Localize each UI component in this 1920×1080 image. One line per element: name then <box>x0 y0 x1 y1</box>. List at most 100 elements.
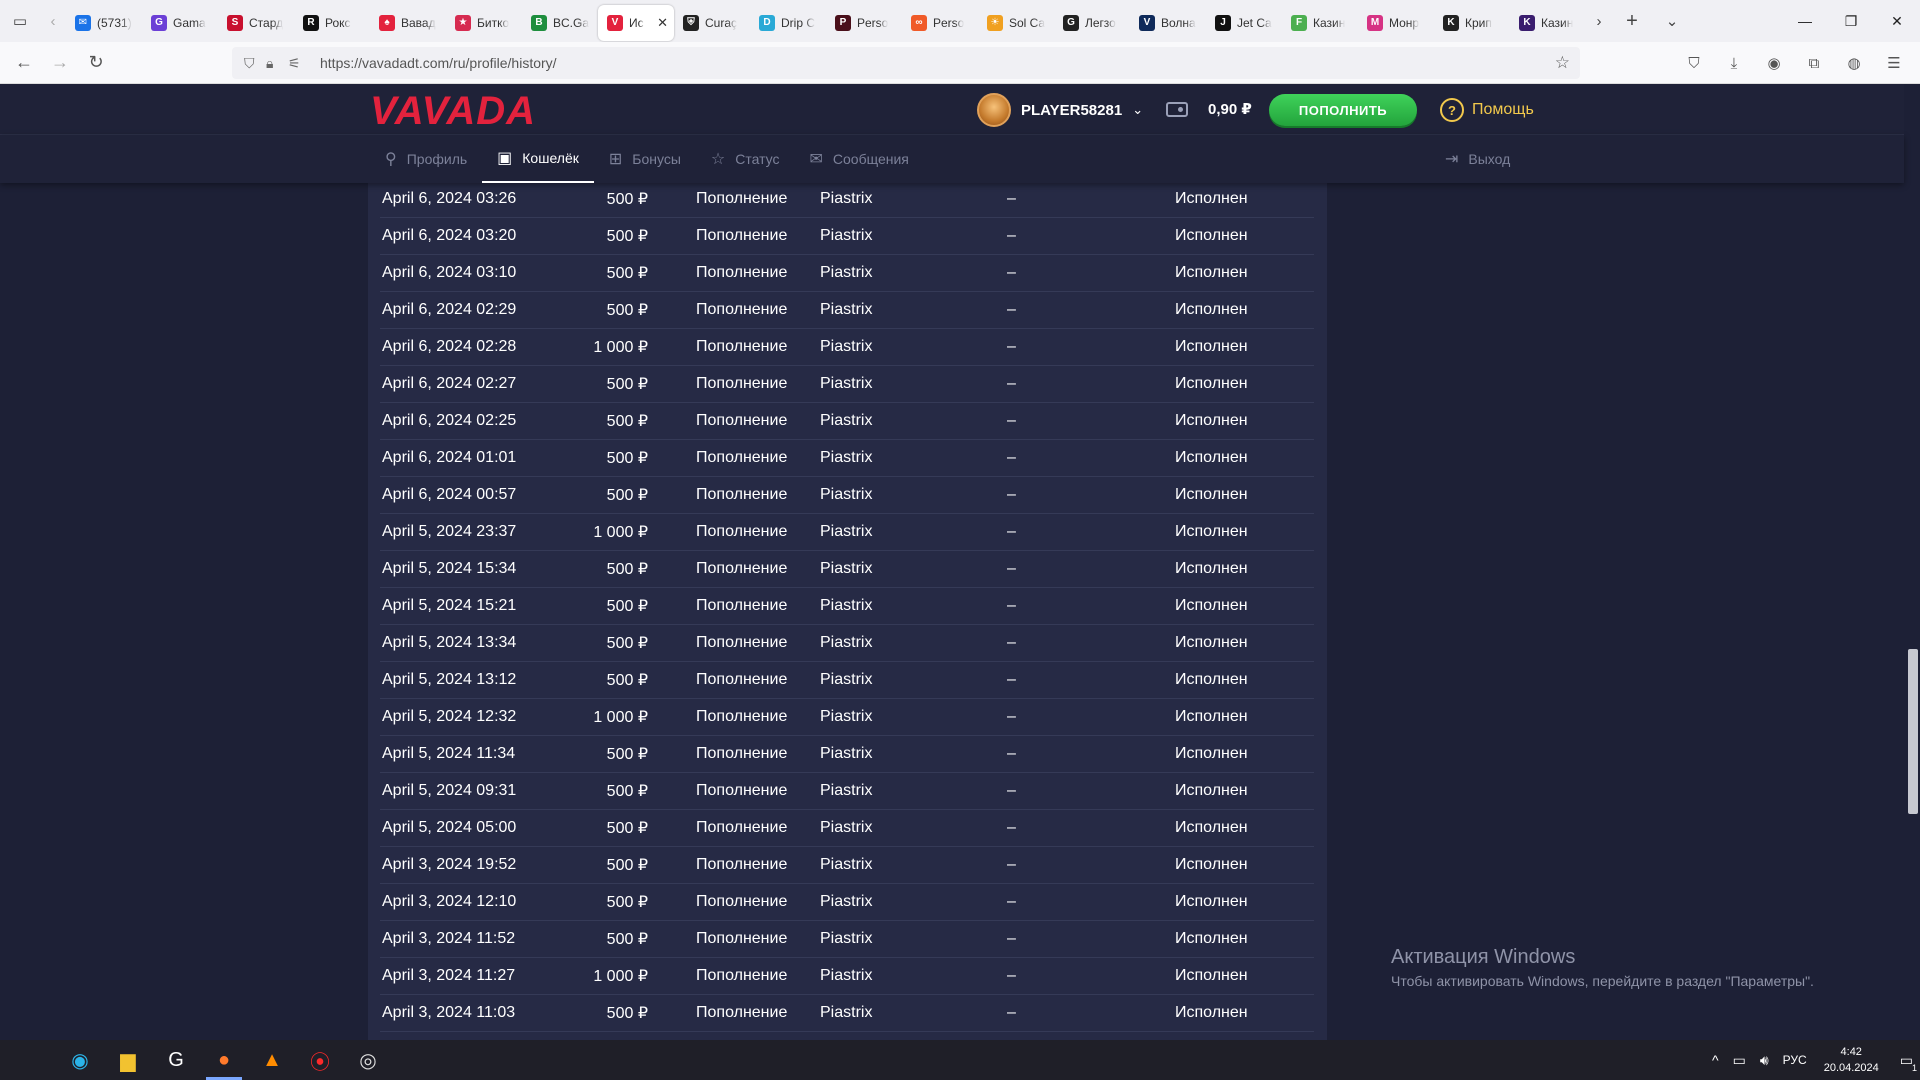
username[interactable]: PLAYER58281 <box>1021 102 1122 119</box>
vavada-logo[interactable]: VAVADA <box>370 91 536 131</box>
browser-tab[interactable]: D Drip C <box>750 5 826 41</box>
browser-tab[interactable]: B BC.Ga <box>522 5 598 41</box>
avatar[interactable] <box>977 93 1011 127</box>
browser-tab[interactable]: V Волна <box>1130 5 1206 41</box>
notification-count: 1 <box>1911 1062 1917 1073</box>
nav-tab-gift[interactable]: ⊞ Бонусы <box>594 135 696 183</box>
nav-tab-mail[interactable]: ✉ Сообщения <box>795 135 924 183</box>
browser-tab[interactable]: J Jet Ca <box>1206 5 1282 41</box>
edge-icon[interactable]: ◉ <box>56 1040 104 1080</box>
browser-tab[interactable]: F Казин <box>1282 5 1358 41</box>
browser-nav-bar: ← → ↻ ⛉ 🔒︎ ⚟ https://vavadadt.com/ru/pro… <box>0 42 1920 84</box>
clock[interactable]: 4:42 20.04.2024 <box>1824 1044 1879 1076</box>
help-label[interactable]: Помощь <box>1472 101 1534 119</box>
browser-tab[interactable]: K Казин <box>1510 5 1586 41</box>
back-icon[interactable]: ← <box>6 47 42 79</box>
nav-tab-label[interactable]: Статус <box>735 151 779 167</box>
user-menu[interactable]: PLAYER58281 ⌄ <box>977 93 1143 127</box>
pocket-icon[interactable]: ⛉ <box>1676 47 1712 79</box>
g-hub-icon[interactable]: G <box>152 1040 200 1080</box>
minimize-icon[interactable]: — <box>1782 0 1828 42</box>
chevron-down-icon[interactable]: ⌄ <box>1132 102 1143 118</box>
nav-tab-user[interactable]: ⚲ Профиль <box>370 135 482 183</box>
tab-active[interactable]: V Ис ✕ <box>598 4 674 41</box>
tabs-scroll-right-icon[interactable]: › <box>1586 0 1612 42</box>
record-icon[interactable]: ⦿ <box>296 1040 344 1080</box>
cell-amount: 500 ₽ <box>606 487 648 504</box>
list-all-tabs-icon[interactable]: ⌄ <box>1652 0 1692 42</box>
menu-icon[interactable]: ☰ <box>1876 47 1912 79</box>
volume-icon[interactable]: 🔊︎ <box>1760 1052 1769 1069</box>
obs-icon[interactable]: ◎ <box>344 1040 392 1080</box>
cell-provider: Piastrix <box>820 597 873 614</box>
url-text[interactable]: https://vavadadt.com/ru/profile/history/ <box>320 55 557 71</box>
vpn-icon[interactable]: ◍ <box>1836 47 1872 79</box>
address-bar[interactable]: ⛉ 🔒︎ ⚟ https://vavadadt.com/ru/profile/h… <box>232 47 1580 79</box>
nav-tab-label[interactable]: Сообщения <box>833 151 909 167</box>
new-tab-icon[interactable]: + <box>1612 0 1652 42</box>
deposit-button[interactable]: ПОПОЛНИТЬ <box>1269 94 1417 126</box>
permissions-icon[interactable]: ⚟ <box>288 55 310 72</box>
tracking-shield-icon[interactable]: ⛉ <box>244 55 266 72</box>
cell-amount: 500 ₽ <box>606 857 648 874</box>
cell-provider: Piastrix <box>820 967 873 984</box>
bookmark-star-icon[interactable]: ☆ <box>1555 53 1570 73</box>
monro-icon: M <box>1367 14 1383 31</box>
language-indicator[interactable]: РУС <box>1783 1053 1807 1067</box>
browser-tab[interactable]: ∞ Perso <box>902 5 978 41</box>
logout-link[interactable]: ⇥ Выход <box>1445 135 1510 183</box>
browser-tab[interactable]: R Рокс <box>294 5 370 41</box>
cell-date: April 5, 2024 23:37 <box>382 523 517 540</box>
cell-type: Пополнение <box>696 560 788 577</box>
tab-title: Стард <box>249 15 284 30</box>
downloads-icon[interactable]: ⤓ <box>1716 47 1752 79</box>
tab-overview-icon[interactable]: ▭ <box>0 0 40 42</box>
nav-tab-label[interactable]: Бонусы <box>632 151 681 167</box>
nav-tab-star[interactable]: ☆ Статус <box>696 135 795 183</box>
cell-date: April 5, 2024 11:34 <box>382 745 516 762</box>
tray-expand-icon[interactable]: ^ <box>1712 1052 1719 1068</box>
cell-details: – <box>1007 449 1016 466</box>
browser-tab[interactable]: K Крип <box>1434 5 1510 41</box>
profile-nav: ⚲ Профиль ▣ Кошелёк ⊞ Бонусы ☆ Статус ✉ Сообщения <box>370 135 924 183</box>
close-window-icon[interactable]: ✕ <box>1874 0 1920 42</box>
nav-tab-label[interactable]: Профиль <box>407 151 467 167</box>
tabs-scroll-left-icon[interactable]: ‹ <box>40 0 66 42</box>
browser-tab[interactable]: P Perso <box>826 5 902 41</box>
windows-taskbar: ◉ ▆ G ● ▲ ⦿ ◎ ^ ▭ 🔊︎ РУС 4:42 20.04.2024 ▭ 1 <box>0 1040 1920 1080</box>
account-icon[interactable]: ◉ <box>1756 47 1792 79</box>
browser-tab[interactable]: ★ Битко <box>446 5 522 41</box>
vlc-icon[interactable]: ▲ <box>248 1040 296 1080</box>
browser-tab[interactable]: G Легзо <box>1054 5 1130 41</box>
logout-label[interactable]: Выход <box>1468 151 1510 167</box>
nav-tab-label[interactable]: Кошелёк <box>522 150 579 166</box>
page-scrollbar[interactable] <box>1904 84 1920 1040</box>
cell-provider: Piastrix <box>820 412 873 429</box>
notification-center-icon[interactable]: ▭ 1 <box>1900 1052 1917 1073</box>
help-link[interactable]: ? Помощь <box>1440 98 1534 122</box>
restore-icon[interactable]: ❐ <box>1828 0 1874 42</box>
browser-tab[interactable]: M Монр <box>1358 5 1434 41</box>
scrollbar-thumb[interactable] <box>1908 649 1918 814</box>
cell-provider: Piastrix <box>820 671 873 688</box>
forward-icon[interactable]: → <box>42 47 78 79</box>
browser-tab[interactable]: ⛨ Curaç <box>674 5 750 41</box>
cell-date: April 3, 2024 19:52 <box>382 856 517 873</box>
browser-tab[interactable]: ♠ Вавад <box>370 5 446 41</box>
close-tab-icon[interactable]: ✕ <box>657 15 668 31</box>
network-icon[interactable]: ▭ <box>1733 1052 1746 1069</box>
extensions-icon[interactable]: ⧉ <box>1796 47 1832 79</box>
browser-tab[interactable]: S Стард <box>218 5 294 41</box>
table-row: April 5, 2024 23:37 1 000 ₽ Пополнение Pias… <box>380 514 1314 551</box>
reload-icon[interactable]: ↻ <box>78 47 114 79</box>
sol-icon: ☀ <box>987 14 1003 31</box>
browser-tab[interactable]: ☀ Sol Ca <box>978 5 1054 41</box>
firefox-icon[interactable]: ● <box>200 1040 248 1080</box>
cell-status: Исполнен <box>1175 449 1248 466</box>
cell-status: Исполнен <box>1175 375 1248 392</box>
explorer-icon[interactable]: ▆ <box>104 1040 152 1080</box>
lock-icon[interactable]: 🔒︎ <box>266 55 288 72</box>
browser-tab[interactable]: G Gama <box>142 5 218 41</box>
nav-tab-wallet[interactable]: ▣ Кошелёк <box>482 135 594 183</box>
browser-tab[interactable]: ✉ (5731) <box>66 5 142 41</box>
